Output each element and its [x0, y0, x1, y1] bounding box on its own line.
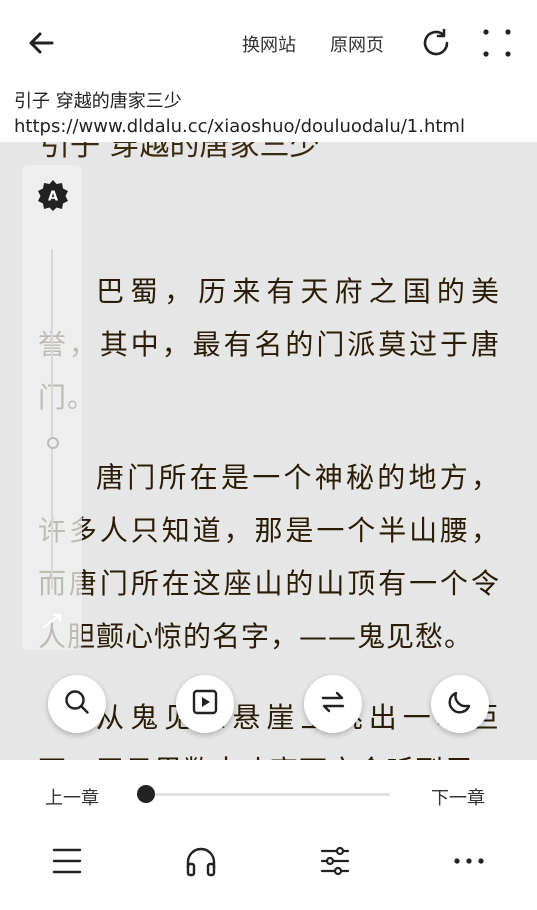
prev-chapter-button[interactable]: 上一章	[45, 784, 99, 810]
refresh-icon[interactable]	[419, 26, 453, 60]
peek-chapter-title: 引子 穿越的唐家三少	[40, 142, 320, 163]
night-mode-icon	[446, 688, 474, 720]
back-arrow-icon[interactable]	[24, 26, 58, 60]
brightness-slider-thumb[interactable]	[47, 437, 59, 449]
swap-icon	[318, 687, 348, 721]
chapter-progress-track[interactable]	[146, 793, 390, 796]
brightness-panel: A	[22, 165, 82, 650]
chapter-title: 引子 穿越的唐家三少	[14, 91, 182, 112]
chapter-progress-thumb[interactable]	[137, 785, 155, 803]
brightness-toggle-icon[interactable]	[40, 609, 64, 633]
paragraph: 巴蜀，历来有天府之国的美誉，其中，最有名的门派莫过于唐门。	[38, 275, 500, 414]
top-toolbar: 换网站 原网页 引子 穿越的唐家三少 https://www.dldalu.cc…	[0, 0, 537, 142]
night-mode-button[interactable]	[431, 675, 489, 733]
brightness-slider-track[interactable]	[51, 249, 53, 589]
autoplay-icon	[191, 688, 219, 720]
swap-button[interactable]	[304, 675, 362, 733]
switch-site-button[interactable]: 换网站	[242, 31, 296, 57]
original-page-button[interactable]: 原网页	[330, 31, 384, 57]
next-chapter-button[interactable]: 下一章	[431, 784, 485, 810]
svg-text:A: A	[48, 190, 58, 205]
paragraph: 唐门所在是一个神秘的地方，许多人只知道，那是一个半山腰，而唐门所在这座山的山顶有…	[38, 461, 500, 653]
autoplay-button[interactable]	[176, 675, 234, 733]
more-icon[interactable]	[452, 844, 486, 878]
auto-brightness-icon[interactable]: A	[37, 179, 69, 211]
menu-icon[interactable]	[50, 844, 84, 878]
page-url: https://www.dldalu.cc/xiaoshuo/douluodal…	[14, 116, 465, 137]
search-icon	[63, 688, 91, 720]
headphones-icon[interactable]	[184, 844, 218, 878]
bottom-toolbar: 上一章 下一章	[0, 760, 537, 910]
search-button[interactable]	[48, 675, 106, 733]
settings-sliders-icon[interactable]	[318, 844, 352, 878]
more-options-icon[interactable]	[482, 28, 512, 58]
